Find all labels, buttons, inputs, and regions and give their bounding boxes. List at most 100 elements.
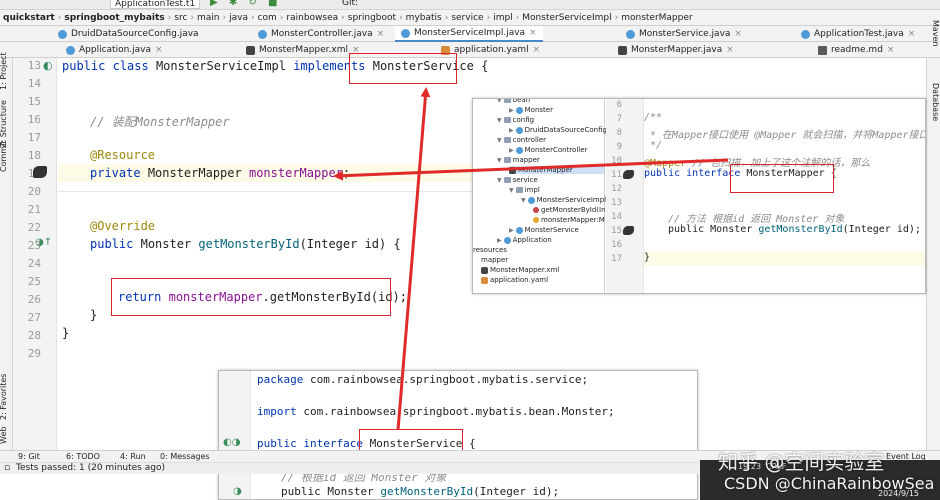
line-number: 25 xyxy=(27,275,41,288)
tab-druid-config[interactable]: DruidDataSourceConfig.java xyxy=(52,26,205,42)
tree-file-mapper-xml[interactable]: MonsterMapper.xml xyxy=(481,266,559,274)
run-config-select[interactable]: ApplicationTest.t1 xyxy=(110,0,201,9)
mybatis-bird-icon[interactable] xyxy=(33,166,47,178)
tree-class-service-impl[interactable]: ▼ MonsterServiceImpl xyxy=(521,196,606,204)
breadcrumb-item[interactable]: mybatis xyxy=(403,13,445,23)
tool-commit[interactable]: Commit xyxy=(0,138,13,172)
close-icon[interactable]: × xyxy=(533,43,541,58)
mybatis-bird-icon[interactable] xyxy=(623,226,634,235)
tool-maven[interactable]: Maven xyxy=(926,20,940,64)
tree-class-mapper-selected[interactable]: MonsterMapper xyxy=(509,166,604,174)
keyword: import xyxy=(257,405,297,418)
tree-folder-resources[interactable]: resources xyxy=(473,246,507,254)
tool-tab-todo[interactable]: 6: TODO xyxy=(66,452,100,461)
class-icon xyxy=(58,29,67,39)
tree-class-application[interactable]: ▶ Application xyxy=(497,236,552,244)
close-icon[interactable]: × xyxy=(726,43,734,58)
tree-label: DruidDataSourceConfig xyxy=(524,126,607,134)
return-type: Monster xyxy=(140,237,192,251)
implementation-marker-icon[interactable]: ◐◑ xyxy=(223,437,240,448)
tree-folder-impl[interactable]: ▼ impl xyxy=(509,186,540,194)
implemented-marker-icon[interactable]: ◑ xyxy=(233,486,242,497)
tree-folder-service[interactable]: ▼ service xyxy=(497,176,538,184)
method-separator xyxy=(58,191,472,192)
close-icon[interactable]: × xyxy=(377,27,385,42)
comment-line: // 装配MonsterMapper xyxy=(90,115,230,129)
breadcrumb-field[interactable]: monsterMapper xyxy=(618,13,695,23)
tree-folder-mapper[interactable]: ▼ mapper xyxy=(497,156,540,164)
tree-label: config xyxy=(512,116,535,124)
class-icon xyxy=(401,28,410,38)
tree-interface-service[interactable]: ▶ MonsterService xyxy=(509,226,579,234)
override-marker-icon[interactable]: ◑↑ xyxy=(35,237,52,248)
close-icon[interactable]: × xyxy=(529,26,537,41)
tool-tab-messages[interactable]: 0: Messages xyxy=(160,452,210,461)
close-icon[interactable]: × xyxy=(908,27,916,42)
breadcrumb-project[interactable]: quickstart xyxy=(0,13,58,23)
right-tool-strip: Maven Database xyxy=(926,20,940,450)
tool-favorites[interactable]: 2: Favorites xyxy=(0,358,13,420)
class-icon xyxy=(515,126,523,134)
implementation-marker-icon[interactable]: ◐ xyxy=(43,59,53,72)
tab-label: DruidDataSourceConfig.java xyxy=(71,28,199,39)
line-number: 14 xyxy=(27,77,41,90)
tab-label: MonsterMapper.xml xyxy=(259,44,349,55)
keyword: class xyxy=(112,59,149,73)
class-icon xyxy=(801,29,810,39)
method-name: getMonsterById xyxy=(380,485,474,498)
tree-method-get-monster[interactable]: getMonsterById(In xyxy=(533,206,606,214)
tab-monster-mapper-java[interactable]: MonsterMapper.java × xyxy=(612,42,740,58)
breadcrumb-class[interactable]: MonsterServiceImpl xyxy=(519,13,614,23)
breadcrumb-item[interactable]: com xyxy=(255,13,280,23)
line-number: 10 xyxy=(611,156,622,166)
breadcrumb-item[interactable]: impl xyxy=(490,13,515,23)
breadcrumb-item[interactable]: springboot xyxy=(345,13,399,23)
interface-icon xyxy=(626,29,635,39)
breadcrumb-item[interactable]: main xyxy=(194,13,223,23)
tree-folder-config[interactable]: ▼ config xyxy=(497,116,534,124)
line-number: 17 xyxy=(611,254,622,264)
tree-class-monster[interactable]: ▶ Monster xyxy=(509,106,553,114)
close-icon[interactable]: × xyxy=(887,43,895,58)
tab-monster-service-impl[interactable]: MonsterServiceImpl.java × xyxy=(395,26,543,42)
csdn-watermark: CSDN @ChinaRainbowSea xyxy=(724,474,935,493)
breadcrumb-item[interactable]: rainbowsea xyxy=(283,13,341,23)
highlight-box-mapper-interface xyxy=(730,164,834,193)
tab-application[interactable]: Application.java × xyxy=(60,42,169,58)
breadcrumb-item[interactable]: service xyxy=(448,13,486,23)
tree-field-monster-mapper[interactable]: monsterMapper:M xyxy=(533,216,605,224)
tool-database[interactable]: Database xyxy=(926,83,940,127)
test-status-icon: ▫ xyxy=(4,463,11,473)
tree-folder-controller[interactable]: ▼ controller xyxy=(497,136,546,144)
close-icon[interactable]: × xyxy=(734,27,742,42)
keyword: package xyxy=(257,373,304,386)
breadcrumb-item[interactable]: src xyxy=(171,13,190,23)
folder-icon xyxy=(503,157,511,163)
tab-label: application.yaml xyxy=(454,44,529,55)
tool-tab-run[interactable]: 4: Run xyxy=(120,452,146,461)
parameters: (Integer id); xyxy=(842,224,921,235)
current-line-highlight xyxy=(644,251,925,266)
tree-file-application-yaml[interactable]: application.yaml xyxy=(481,276,548,284)
field-name: monsterMapper xyxy=(248,166,343,180)
test-status-text[interactable]: Tests passed: 1 (20 minutes ago) xyxy=(16,463,165,473)
close-icon[interactable]: × xyxy=(155,43,163,58)
tab-monster-service[interactable]: MonsterService.java × xyxy=(620,26,748,42)
mybatis-bird-icon[interactable] xyxy=(623,170,634,179)
method-name: getMonsterById xyxy=(758,224,843,235)
tree-folder-res-mapper[interactable]: mapper xyxy=(481,256,508,264)
tree-class-druid[interactable]: ▶ DruidDataSourceConfig xyxy=(509,126,607,134)
run-toolbar-icons[interactable]: ▶ ✱ ↻ ■ xyxy=(210,0,281,8)
tab-monster-mapper-xml[interactable]: MonsterMapper.xml × xyxy=(240,42,366,58)
tree-folder-bean[interactable]: ▼ bean xyxy=(497,99,530,104)
breadcrumb-module[interactable]: springboot_mybaits xyxy=(61,13,167,23)
tool-tab-git[interactable]: 9: Git xyxy=(18,452,40,461)
breadcrumb-item[interactable]: java xyxy=(226,13,251,23)
tree-class-controller[interactable]: ▶ MonsterController xyxy=(509,146,587,154)
tab-readme[interactable]: readme.md × xyxy=(812,42,900,58)
tab-application-test[interactable]: ApplicationTest.java × xyxy=(795,26,921,42)
tool-web[interactable]: Web xyxy=(0,420,13,444)
tool-project[interactable]: 1: Project xyxy=(0,30,13,90)
tab-monster-controller[interactable]: MonsterController.java × xyxy=(252,26,390,42)
keyword: private xyxy=(90,166,141,180)
